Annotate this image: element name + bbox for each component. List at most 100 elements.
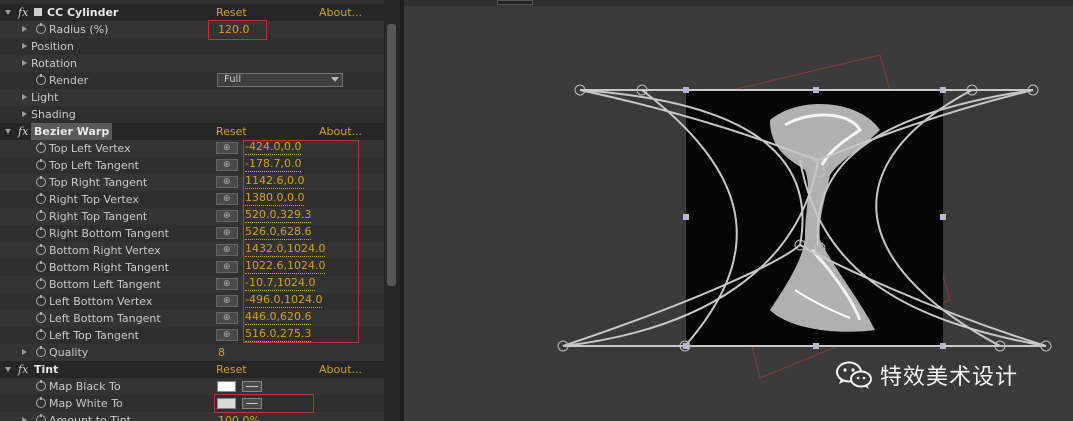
- point-picker-button[interactable]: [216, 310, 238, 327]
- param-row-render: Render Full: [0, 72, 384, 89]
- param-value[interactable]: 1380.0,0.0: [245, 191, 305, 206]
- scrollbar-thumb[interactable]: [387, 24, 396, 286]
- stopwatch-icon[interactable]: [36, 159, 46, 170]
- stopwatch-icon[interactable]: [36, 397, 46, 408]
- stopwatch-icon[interactable]: [36, 23, 46, 34]
- reset-link[interactable]: Reset: [216, 123, 247, 140]
- effect-header-bezier-warp[interactable]: fx Bezier Warp Reset About...: [0, 123, 384, 140]
- param-label: Position: [31, 40, 74, 53]
- fx-icon[interactable]: fx: [18, 361, 28, 378]
- param-row-light: Light: [0, 89, 384, 106]
- point-picker-button[interactable]: [216, 242, 238, 259]
- stopwatch-icon[interactable]: [36, 227, 46, 238]
- expand-arrow-icon[interactable]: [5, 129, 11, 134]
- expand-arrow-icon[interactable]: [22, 349, 27, 355]
- stopwatch-icon[interactable]: [36, 346, 46, 357]
- stopwatch-icon[interactable]: [36, 244, 46, 255]
- stopwatch-icon[interactable]: [36, 312, 46, 323]
- param-value[interactable]: 520.0,329.3: [245, 208, 312, 223]
- stopwatch-icon[interactable]: [36, 74, 46, 85]
- chevron-down-icon: [331, 77, 339, 82]
- param-row-shading: Shading: [0, 106, 384, 123]
- reset-link[interactable]: Reset: [216, 4, 247, 21]
- stopwatch-icon[interactable]: [36, 414, 46, 421]
- point-picker-button[interactable]: [216, 174, 238, 191]
- param-row-bezier: Left Bottom Tangent 446.0,620.6: [0, 310, 384, 327]
- stopwatch-icon[interactable]: [36, 142, 46, 153]
- param-label: Shading: [31, 108, 76, 121]
- point-picker-button[interactable]: [216, 140, 238, 157]
- expand-arrow-icon[interactable]: [5, 10, 11, 15]
- param-label: Left Bottom Tangent: [49, 312, 161, 325]
- point-picker-button[interactable]: [216, 276, 238, 293]
- param-value[interactable]: 1142.6,0.0: [245, 174, 305, 189]
- eyedropper-icon[interactable]: [242, 398, 262, 409]
- param-label: Right Top Vertex: [49, 193, 139, 206]
- expand-arrow-icon[interactable]: [22, 60, 27, 66]
- param-row-bezier: Bottom Left Tangent -10.7,1024.0: [0, 276, 384, 293]
- point-picker-button[interactable]: [216, 259, 238, 276]
- param-row-position: Position: [0, 38, 384, 55]
- point-picker-button[interactable]: [216, 293, 238, 310]
- effect-header-cc-cylinder[interactable]: fx CC Cylinder Reset About...: [0, 4, 384, 21]
- cube-icon: [34, 8, 42, 16]
- param-value[interactable]: 516.0,275.3: [245, 327, 312, 342]
- stopwatch-icon[interactable]: [36, 380, 46, 391]
- stopwatch-icon[interactable]: [36, 193, 46, 204]
- expand-arrow-icon[interactable]: [22, 94, 27, 100]
- stopwatch-icon[interactable]: [36, 329, 46, 340]
- expand-arrow-icon[interactable]: [22, 43, 27, 49]
- dropdown-value: Full: [224, 74, 242, 85]
- expand-arrow-icon[interactable]: [22, 417, 27, 421]
- viewer-tab[interactable]: [497, 0, 533, 5]
- param-row-bezier: Left Bottom Vertex -496.0,1024.0: [0, 293, 384, 310]
- point-picker-button[interactable]: [216, 327, 238, 344]
- param-value[interactable]: 526.0,628.6: [245, 225, 312, 240]
- effect-name[interactable]: Bezier Warp: [31, 123, 113, 140]
- point-picker-button[interactable]: [216, 157, 238, 174]
- param-row-rotation: Rotation: [0, 55, 384, 72]
- stopwatch-icon[interactable]: [36, 176, 46, 187]
- param-value[interactable]: -178.7,0.0: [245, 157, 302, 172]
- param-label: Bottom Left Tangent: [49, 278, 161, 291]
- effect-header-tint[interactable]: fx Tint Reset About...: [0, 361, 384, 378]
- param-row-bezier: Left Top Tangent 516.0,275.3: [0, 327, 384, 344]
- expand-arrow-icon[interactable]: [22, 111, 27, 117]
- about-link[interactable]: About...: [319, 361, 362, 378]
- param-value[interactable]: -424.0,0.0: [245, 140, 302, 155]
- point-picker-button[interactable]: [216, 191, 238, 208]
- about-link[interactable]: About...: [319, 123, 362, 140]
- point-picker-button[interactable]: [216, 208, 238, 225]
- fx-icon[interactable]: fx: [18, 4, 28, 21]
- fx-icon[interactable]: fx: [18, 123, 28, 140]
- param-value[interactable]: -496.0,1024.0: [245, 293, 323, 308]
- param-row-bezier: Top Right Tangent 1142.6,0.0: [0, 174, 384, 191]
- reset-link[interactable]: Reset: [216, 361, 247, 378]
- param-row-bezier: Right Bottom Tangent 526.0,628.6: [0, 225, 384, 242]
- stopwatch-icon[interactable]: [36, 210, 46, 221]
- param-value[interactable]: -10.7,1024.0: [245, 276, 316, 291]
- point-picker-button[interactable]: [216, 225, 238, 242]
- param-row-amount: Amount to Tint 100.0%: [0, 412, 384, 421]
- expand-arrow-icon[interactable]: [5, 367, 11, 372]
- stopwatch-icon[interactable]: [36, 261, 46, 272]
- render-dropdown[interactable]: Full: [217, 73, 343, 87]
- vertical-scrollbar[interactable]: [384, 0, 400, 421]
- eyedropper-icon[interactable]: [242, 381, 262, 392]
- param-value[interactable]: 446.0,620.6: [245, 310, 312, 325]
- param-value[interactable]: 1432.0,1024.0: [245, 242, 326, 257]
- expand-arrow-icon[interactable]: [22, 26, 27, 32]
- about-link[interactable]: About...: [319, 4, 362, 21]
- color-swatch[interactable]: [217, 398, 236, 409]
- param-row-bezier: Top Left Tangent -178.7,0.0: [0, 157, 384, 174]
- param-row-bezier: Right Top Vertex 1380.0,0.0: [0, 191, 384, 208]
- param-value[interactable]: 1022.6,1024.0: [245, 259, 326, 274]
- amount-value[interactable]: 100.0%: [218, 412, 260, 421]
- stopwatch-icon[interactable]: [36, 278, 46, 289]
- color-swatch[interactable]: [217, 381, 236, 392]
- radius-value[interactable]: 120.0: [218, 21, 250, 38]
- quality-value[interactable]: 8: [218, 344, 225, 361]
- effect-name: CC Cylinder: [47, 6, 119, 19]
- param-label: Radius (%): [49, 23, 109, 36]
- stopwatch-icon[interactable]: [36, 295, 46, 306]
